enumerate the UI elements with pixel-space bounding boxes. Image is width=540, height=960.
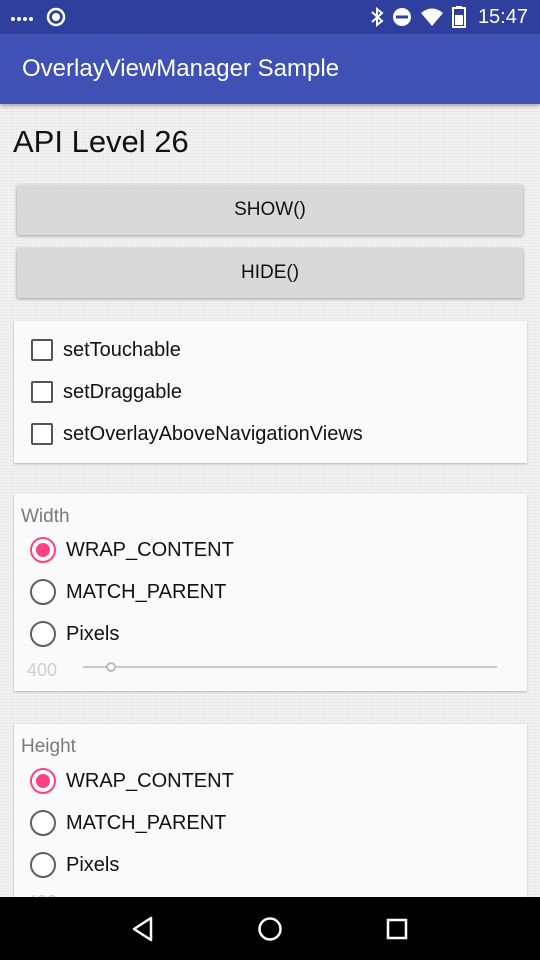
back-icon[interactable] [113, 899, 173, 959]
wifi-icon [420, 7, 444, 27]
wrap-content-radio[interactable] [30, 537, 56, 563]
touchable-checkbox[interactable] [31, 339, 53, 361]
radio-label: WRAP_CONTENT [66, 769, 234, 792]
status-right: 15:47 [370, 6, 528, 29]
radio-label: Pixels [66, 853, 120, 876]
checkbox-row-touchable[interactable]: setTouchable [30, 332, 181, 368]
pixels-radio[interactable] [30, 852, 56, 878]
height-option-pixels[interactable]: Pixels [30, 847, 119, 883]
status-bar: 15:47 [0, 0, 540, 34]
radio-label: MATCH_PARENT [66, 811, 227, 834]
radio-label: Pixels [66, 622, 120, 645]
status-time: 15:47 [477, 5, 528, 28]
height-option-match-parent[interactable]: MATCH_PARENT [30, 805, 226, 841]
do-not-disturb-icon [392, 7, 412, 27]
width-option-pixels[interactable]: Pixels [30, 616, 119, 652]
app-title: OverlayViewManager Sample [22, 55, 340, 82]
app-bar: OverlayViewManager Sample [0, 34, 540, 104]
width-slider-track[interactable] [83, 666, 497, 668]
battery-icon [451, 6, 466, 28]
match-parent-radio[interactable] [30, 810, 56, 836]
bluetooth-icon [370, 7, 384, 27]
checkbox-row-draggable[interactable]: setDraggable [30, 374, 182, 410]
navigation-bar [0, 897, 540, 960]
options-card: setTouchable setDraggable setOverlayAbov… [14, 321, 527, 463]
match-parent-radio[interactable] [30, 579, 56, 605]
recents-icon[interactable] [367, 899, 427, 959]
checkbox-label: setDraggable [63, 380, 182, 403]
api-level-title: API Level 26 [13, 124, 189, 159]
height-group-title: Height [21, 736, 76, 757]
draggable-checkbox[interactable] [31, 381, 53, 403]
width-slider-value: 400 [27, 660, 58, 680]
show-button[interactable]: SHOW() [17, 185, 523, 235]
radio-label: WRAP_CONTENT [66, 538, 234, 561]
width-card: Width WRAP_CONTENT MATCH_PARENT Pixels 4… [14, 494, 527, 691]
width-slider-thumb[interactable] [106, 662, 116, 672]
content[interactable]: API Level 26 SHOW() HIDE() setTouchable … [0, 104, 540, 897]
notification-circle-icon [46, 7, 66, 27]
signal-dots-icon [10, 10, 38, 24]
pixels-radio[interactable] [30, 621, 56, 647]
width-group-title: Width [21, 506, 70, 527]
overlay-above-nav-checkbox[interactable] [31, 423, 53, 445]
width-option-match-parent[interactable]: MATCH_PARENT [30, 574, 226, 610]
checkbox-row-overlay-above-nav[interactable]: setOverlayAboveNavigationViews [30, 416, 363, 452]
hide-button[interactable]: HIDE() [17, 248, 523, 298]
checkbox-label: setOverlayAboveNavigationViews [63, 422, 363, 445]
status-left [10, 7, 66, 27]
checkbox-label: setTouchable [63, 338, 181, 361]
height-card: Height WRAP_CONTENT MATCH_PARENT Pixels … [14, 724, 527, 897]
height-option-wrap-content[interactable]: WRAP_CONTENT [30, 763, 234, 799]
home-icon[interactable] [240, 899, 300, 959]
radio-label: MATCH_PARENT [66, 580, 227, 603]
wrap-content-radio[interactable] [30, 768, 56, 794]
width-option-wrap-content[interactable]: WRAP_CONTENT [30, 532, 234, 568]
